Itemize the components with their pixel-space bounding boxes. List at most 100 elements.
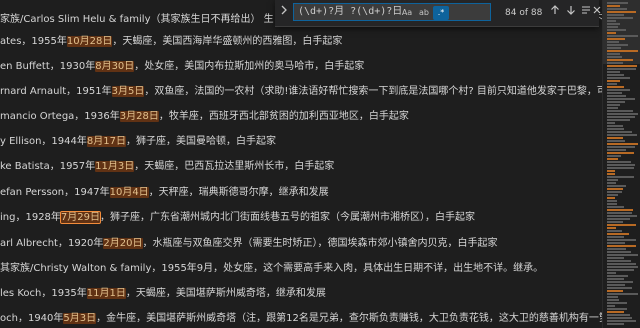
- minimap-row: [607, 206, 624, 208]
- editor-line: en Buffett，1930年8月30日，处女座，美国内布拉斯加州的奥马哈市，…: [0, 57, 364, 77]
- line-text: mancio Ortega，1936年: [0, 111, 120, 122]
- minimap-row: [607, 14, 624, 16]
- line-text: en Buffett，1930年: [0, 61, 96, 72]
- find-input[interactable]: (\d+)?月 ?(\d+)?日: [293, 3, 491, 21]
- minimap-row: [607, 5, 620, 7]
- minimap-row: [607, 209, 633, 211]
- editor-line: rnard Arnault，1951年3月5日，双鱼座，法国的一农村（求助!谁法…: [0, 82, 602, 102]
- line-text: ，狮子座，广东省潮州城内北门街面线巷五号的祖家（今属潮州市湘桥区），白手起家: [100, 212, 476, 223]
- search-match-highlight: 3月5日: [111, 86, 145, 97]
- minimap-row: [607, 275, 628, 277]
- minimap-row: [607, 203, 617, 205]
- editor-text-area[interactable]: 家族/Carlos Slim Helu & family（其家族生日不再给出） …: [0, 0, 602, 328]
- line-text: ，处女座，美国内布拉斯加州的奥马哈市，白手起家: [134, 61, 365, 72]
- minimap-row: [607, 245, 636, 247]
- minimap-row: [607, 71, 620, 73]
- line-text: y Ellison，1944年: [0, 136, 87, 147]
- minimap-row: [607, 188, 623, 190]
- close-icon[interactable]: [593, 5, 601, 19]
- minimap-row: [607, 59, 633, 61]
- editor-line: 其家族/Christy Walton & family，1955年9月，处女座，…: [0, 259, 543, 279]
- chevron-right-icon[interactable]: [278, 5, 290, 19]
- minimap-row: [607, 191, 622, 193]
- line-text: ，水瓶座与双鱼座交界（需要生时矫正），德国埃森市郊小镇舍内贝克，白手起家: [142, 238, 498, 249]
- minimap-row: [607, 281, 633, 283]
- minimap-row: [607, 227, 616, 229]
- minimap-row: [607, 323, 624, 325]
- minimap-row: [607, 77, 630, 79]
- search-match-highlight: 8月30日: [95, 61, 135, 72]
- editor-line: arl Albrecht，1920年2月20日，水瓶座与双鱼座交界（需要生时矫正…: [0, 234, 498, 254]
- minimap-row: [607, 176, 634, 178]
- regex-toggle[interactable]: .*: [433, 6, 449, 20]
- minimap-row: [607, 53, 620, 55]
- list-selection-icon[interactable]: [579, 5, 593, 19]
- line-text: les Koch，1935年: [0, 288, 87, 299]
- minimap-row: [607, 317, 632, 319]
- minimap-row: [607, 44, 628, 46]
- minimap-row: [607, 290, 623, 292]
- minimap-row: [607, 122, 615, 124]
- minimap-row: [607, 218, 630, 220]
- minimap-row: [607, 296, 618, 298]
- line-text: ，天蝎座，巴西瓦拉达里斯州长市，白手起家: [134, 161, 335, 172]
- arrow-down-icon[interactable]: [564, 5, 578, 19]
- minimap-row: [607, 101, 625, 103]
- minimap-row: [607, 197, 615, 199]
- minimap-row: [607, 164, 635, 166]
- minimap-row: [607, 266, 638, 268]
- line-text: ，狮子座，美国曼哈顿，白手起家: [125, 136, 276, 147]
- minimap-row: [607, 140, 625, 142]
- search-match-highlight: 7月29日: [59, 211, 102, 224]
- search-match-highlight: 10月28日: [66, 36, 113, 47]
- match-case-toggle[interactable]: Aa: [399, 6, 415, 20]
- minimap-row: [607, 29, 626, 31]
- minimap-row: [607, 80, 620, 82]
- minimap-row: [607, 320, 636, 322]
- minimap-row: [607, 251, 631, 253]
- minimap-row: [607, 32, 616, 34]
- minimap[interactable]: [602, 0, 640, 328]
- minimap-row: [607, 98, 635, 100]
- line-text: ，天蝎座，美国西海岸华盛顿州的西雅图，白手起家: [112, 36, 343, 47]
- minimap-row: [607, 239, 636, 241]
- minimap-row: [607, 65, 637, 67]
- find-widget: (\d+)?月 ?(\d+)?日 Aa ab .* 84 of 88: [275, 0, 601, 27]
- minimap-row: [607, 215, 637, 217]
- editor-line: les Koch，1935年11月1日，天蝎座，美国堪萨斯州威奇塔，继承和发展: [0, 284, 326, 304]
- minimap-row: [607, 248, 626, 250]
- editor-line: y Ellison，1944年8月17日，狮子座，美国曼哈顿，白手起家: [0, 132, 276, 152]
- minimap-row: [607, 194, 618, 196]
- minimap-row: [607, 257, 624, 259]
- minimap-row: [607, 287, 632, 289]
- search-match-highlight: 8月17日: [86, 136, 126, 147]
- line-text: rnard Arnault，1951年: [0, 86, 112, 97]
- minimap-row: [607, 50, 638, 52]
- whole-word-toggle[interactable]: ab: [416, 6, 432, 20]
- minimap-row: [607, 182, 616, 184]
- minimap-row: [607, 221, 623, 223]
- minimap-row: [607, 146, 635, 148]
- line-text: arl Albrecht，1920年: [0, 238, 104, 249]
- minimap-row: [607, 8, 627, 10]
- minimap-row: [607, 92, 622, 94]
- search-match-highlight: 11月3日: [95, 161, 135, 172]
- minimap-row: [607, 260, 631, 262]
- minimap-row: [607, 131, 632, 133]
- line-text: ing，1928年: [0, 212, 61, 223]
- line-text: ，天秤座，瑞典斯德哥尔摩，继承和发展: [148, 187, 329, 198]
- minimap-row: [607, 2, 628, 4]
- arrow-up-icon[interactable]: [548, 5, 562, 19]
- minimap-row: [607, 113, 638, 115]
- minimap-row: [607, 116, 635, 118]
- minimap-row: [607, 173, 615, 175]
- editor-line: och，1940年5月3日，金牛座，美国堪萨斯州威奇塔（注，跟第12名是兄弟，查…: [0, 309, 602, 328]
- line-text: ke Batista，1957年: [0, 161, 96, 172]
- minimap-row: [607, 314, 630, 316]
- match-count: 84 of 88: [505, 8, 543, 18]
- line-text: ，天蝎座，美国堪萨斯州威奇塔，继承和发展: [125, 288, 326, 299]
- minimap-row: [607, 68, 636, 70]
- minimap-row: [607, 233, 629, 235]
- minimap-row: [607, 125, 623, 127]
- minimap-row: [607, 119, 630, 121]
